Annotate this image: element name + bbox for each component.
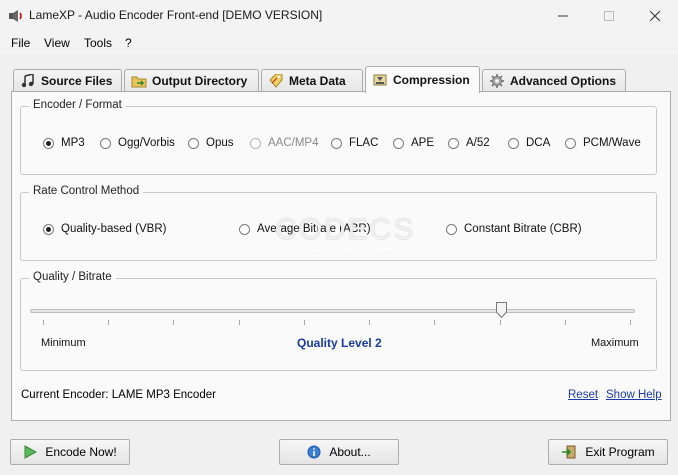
about-button[interactable]: About... bbox=[279, 439, 399, 465]
quality-level-label: Quality Level 2 bbox=[297, 336, 382, 350]
menu-help[interactable]: ? bbox=[125, 36, 132, 50]
radio-dot bbox=[43, 137, 54, 149]
menu-view[interactable]: View bbox=[44, 36, 70, 50]
tab-label: Meta Data bbox=[289, 74, 346, 88]
radio-label: Opus bbox=[206, 137, 234, 149]
tab-meta-data[interactable]: Meta Data bbox=[261, 69, 363, 92]
music-note-icon bbox=[20, 73, 36, 89]
maximize-button[interactable] bbox=[586, 0, 632, 31]
radio-dot bbox=[446, 223, 457, 235]
radio-dca[interactable]: DCA bbox=[508, 137, 550, 149]
radio-dot bbox=[565, 137, 576, 149]
radio-cbr[interactable]: Constant Bitrate (CBR) bbox=[446, 223, 582, 235]
info-icon bbox=[307, 445, 321, 459]
quality-slider-track[interactable] bbox=[30, 309, 635, 313]
exit-door-icon bbox=[562, 445, 576, 459]
radio-label: Average Bitrate (ABR) bbox=[257, 223, 371, 235]
radio-ogg-vorbis[interactable]: Ogg/Vorbis bbox=[100, 137, 175, 149]
menu-tools[interactable]: Tools bbox=[84, 36, 112, 50]
slider-max-label: Maximum bbox=[591, 337, 639, 349]
close-icon bbox=[650, 10, 660, 21]
window-title: LameXP - Audio Encoder Front-end [DEMO V… bbox=[29, 8, 323, 22]
tab-label: Compression bbox=[393, 73, 470, 87]
slider-tick bbox=[369, 320, 371, 325]
slider-tick bbox=[434, 320, 436, 325]
group-title: Quality / Bitrate bbox=[29, 271, 116, 283]
radio-dot bbox=[448, 137, 459, 149]
radio-aac-mp4: AAC/MP4 bbox=[250, 137, 319, 149]
radio-dot bbox=[393, 137, 404, 149]
group-title: Rate Control Method bbox=[29, 185, 144, 197]
radio-flac[interactable]: FLAC bbox=[331, 137, 378, 149]
radio-vbr[interactable]: Quality-based (VBR) bbox=[43, 223, 166, 235]
tab-label: Advanced Options bbox=[510, 74, 617, 88]
quality-slider-thumb[interactable] bbox=[495, 302, 507, 318]
slider-tick bbox=[108, 320, 110, 325]
slider-tick bbox=[564, 320, 566, 325]
group-title: Encoder / Format bbox=[29, 99, 126, 111]
folder-arrow-icon bbox=[131, 73, 147, 89]
menu-bar: File View Tools ? bbox=[0, 31, 678, 55]
radio-dot bbox=[188, 137, 199, 149]
tab-source-files[interactable]: Source Files bbox=[13, 69, 122, 92]
radio-dot bbox=[331, 137, 342, 149]
close-button[interactable] bbox=[632, 0, 678, 31]
radio-label: Ogg/Vorbis bbox=[118, 137, 175, 149]
play-icon bbox=[24, 445, 38, 459]
current-encoder-text: Current Encoder: LAME MP3 Encoder bbox=[21, 389, 216, 401]
title-bar: LameXP - Audio Encoder Front-end [DEMO V… bbox=[0, 0, 678, 31]
radio-label: A/52 bbox=[466, 137, 490, 149]
slider-tick bbox=[630, 320, 631, 325]
reset-link[interactable]: Reset bbox=[568, 389, 598, 401]
radio-mp3[interactable]: MP3 bbox=[43, 137, 85, 149]
radio-dot bbox=[239, 223, 250, 235]
encode-now-button[interactable]: Encode Now! bbox=[10, 439, 130, 465]
speaker-icon bbox=[9, 10, 22, 22]
slider-tick bbox=[499, 320, 501, 325]
slider-min-label: Minimum bbox=[41, 337, 86, 349]
radio-dot bbox=[100, 137, 111, 149]
radio-dot bbox=[43, 223, 54, 235]
minimize-button[interactable] bbox=[540, 0, 586, 31]
radio-dot bbox=[250, 137, 261, 149]
show-help-link[interactable]: Show Help bbox=[606, 389, 662, 401]
quality-bitrate-group: Quality / Bitrate bbox=[20, 271, 657, 371]
button-label: Encode Now! bbox=[45, 445, 117, 459]
menu-file[interactable]: File bbox=[11, 36, 30, 50]
radio-label: DCA bbox=[526, 137, 551, 149]
radio-label: Constant Bitrate (CBR) bbox=[464, 223, 582, 235]
radio-label: PCM/Wave bbox=[583, 137, 641, 149]
tab-label: Source Files bbox=[41, 74, 113, 88]
radio-ape[interactable]: APE bbox=[393, 137, 434, 149]
radio-opus[interactable]: Opus bbox=[188, 137, 234, 149]
slider-tick bbox=[173, 320, 175, 325]
button-label: Exit Program bbox=[585, 445, 655, 459]
tab-compression[interactable]: Compression bbox=[365, 66, 480, 93]
gear-icon bbox=[489, 73, 505, 89]
radio-label: APE bbox=[411, 137, 435, 149]
slider-tick bbox=[238, 320, 240, 325]
minimize-icon bbox=[558, 15, 568, 16]
radio-pcm-wave[interactable]: PCM/Wave bbox=[565, 137, 641, 149]
tab-label: Output Directory bbox=[152, 74, 248, 88]
tag-icon bbox=[268, 73, 284, 89]
tab-output-directory[interactable]: Output Directory bbox=[124, 69, 259, 92]
radio-dot bbox=[508, 137, 519, 149]
slider-tick bbox=[43, 320, 44, 325]
radio-label: Quality-based (VBR) bbox=[61, 223, 167, 235]
radio-label: AAC/MP4 bbox=[268, 137, 319, 149]
radio-abr[interactable]: Average Bitrate (ABR) bbox=[239, 223, 371, 235]
maximize-icon bbox=[604, 10, 614, 21]
radio-label: MP3 bbox=[61, 137, 85, 149]
tab-bar: Source Files Output Directory Meta Data … bbox=[0, 66, 678, 93]
radio-a52[interactable]: A/52 bbox=[448, 137, 490, 149]
compress-icon bbox=[372, 72, 388, 88]
radio-label: FLAC bbox=[349, 137, 379, 149]
exit-program-button[interactable]: Exit Program bbox=[548, 439, 668, 465]
button-label: About... bbox=[329, 445, 371, 459]
slider-tick bbox=[303, 320, 305, 325]
tab-advanced-options[interactable]: Advanced Options bbox=[482, 69, 626, 92]
